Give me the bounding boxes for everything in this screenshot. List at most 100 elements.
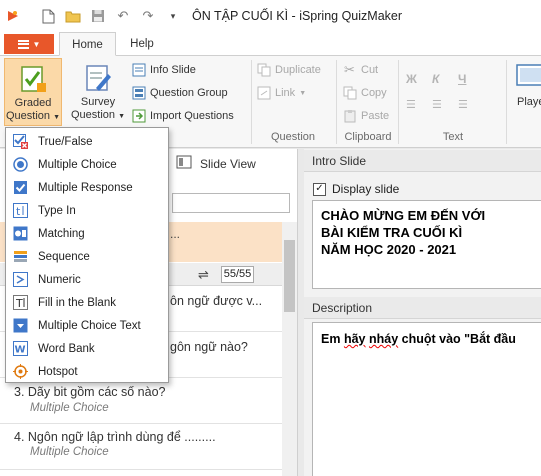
intro-text-editor[interactable]: CHÀO MỪNG EM ĐẾN VỚI BÀI KIỂM TRA CUỐI K… [312, 200, 541, 289]
chevron-down-icon: ▼ [118, 113, 126, 120]
intro-line: BÀI KIỂM TRA CUỐI KÌ [321, 225, 463, 240]
link-button[interactable]: Link ▼ [256, 83, 306, 103]
list-item[interactable]: 3. Dãy bit gồm các số nào? Multiple Choi… [0, 378, 282, 424]
bold-icon[interactable]: Ж [406, 72, 417, 86]
menu-item-true-false[interactable]: True/False [6, 130, 168, 153]
paste-label: Paste [361, 110, 390, 122]
file-menu-button[interactable]: ▼ [4, 34, 54, 54]
window-title: ÔN TẬP CUỐI KÌ - iSpring QuizMaker [192, 9, 403, 23]
info-slide-button[interactable]: Info Slide [131, 60, 196, 80]
quick-access-toolbar: ↶ ↷ ▾ [39, 7, 182, 25]
menu-item-fill-in-the-blank[interactable]: T Fill in the Blank [6, 291, 168, 314]
description-editor[interactable]: Em hãy nháy chuột vào "Bắt đầu [312, 322, 541, 476]
graded-question-button[interactable]: Graded Question ▼ [4, 58, 62, 126]
import-questions-icon [131, 109, 146, 124]
question-type: Multiple Choice [30, 446, 109, 458]
menu-item-numeric[interactable]: Numeric [6, 268, 168, 291]
checkbox-icon [12, 180, 28, 196]
new-file-icon[interactable] [39, 7, 57, 25]
duplicate-icon [256, 63, 271, 78]
question-group-button[interactable]: Question Group [131, 83, 228, 103]
tab-home[interactable]: Home [59, 32, 116, 56]
tab-help[interactable]: Help [122, 32, 162, 56]
copy-label: Copy [361, 87, 387, 99]
import-questions-label: Import Questions [150, 110, 234, 122]
clipboard-group-caption: Clipboard [344, 131, 392, 143]
display-slide-label: Display slide [332, 182, 400, 196]
paste-button[interactable]: Paste [342, 106, 389, 126]
radio-icon [12, 157, 28, 173]
slide-view-tab[interactable]: Slide View [176, 155, 256, 172]
intro-slide-header: Intro Slide [304, 150, 541, 172]
menu-item-word-bank[interactable]: W Word Bank [6, 337, 168, 360]
info-slide-icon [131, 63, 146, 78]
ribbon-separator [336, 60, 337, 144]
customize-qat-icon[interactable]: ▾ [164, 7, 182, 25]
checkbox[interactable]: ✓ [313, 182, 326, 196]
type-in-icon: t [12, 203, 28, 219]
cut-button[interactable]: ✂ Cut [342, 60, 378, 80]
text-group-caption: Text [442, 131, 464, 143]
menu-item-multiple-choice[interactable]: Multiple Choice [6, 153, 168, 176]
menu-item-matching[interactable]: Matching [6, 222, 168, 245]
scissors-icon: ✂ [344, 62, 355, 77]
menu-item-hotspot[interactable]: Hotspot [6, 360, 168, 383]
survey-question-button[interactable]: Survey Question ▼ [70, 58, 126, 126]
undo-icon[interactable]: ↶ [114, 7, 132, 25]
graded-label-1: Graded [14, 97, 52, 109]
description-header: Description [304, 297, 541, 319]
question-group-caption: Question [270, 131, 316, 143]
intro-line: CHÀO MỪNG EM ĐẾN VỚI [321, 208, 486, 223]
matching-icon [12, 226, 28, 242]
search-input[interactable] [172, 193, 290, 213]
svg-text:t: t [16, 205, 21, 218]
numeric-icon [12, 272, 28, 288]
title-bar: ↶ ↷ ▾ ÔN TẬP CUỐI KÌ - iSpring QuizMaker [0, 0, 541, 32]
align-left-icon[interactable]: ☰ [406, 98, 416, 111]
cut-label: Cut [361, 64, 379, 76]
menu-item-sequence[interactable]: Sequence [6, 245, 168, 268]
question-title: 4. Ngôn ngữ lập trình dùng để ......... [14, 430, 216, 444]
question-title-fragment: ôn ngữ được v... [170, 294, 263, 308]
ribbon-separator [506, 60, 507, 144]
shuffle-icon[interactable]: ⇌ [198, 267, 209, 283]
import-questions-button[interactable]: Import Questions [131, 106, 234, 126]
sequence-icon [12, 249, 28, 265]
info-slide-label: Info Slide [150, 64, 196, 76]
scrollbar-thumb[interactable] [284, 240, 295, 312]
display-slide-checkbox[interactable]: ✓ Display slide [313, 182, 399, 196]
app-logo-icon [5, 8, 21, 24]
align-right-icon[interactable]: ☰ [458, 98, 468, 111]
ribbon-tab-row: ▼ Home Help [0, 32, 541, 56]
ribbon-separator [251, 60, 252, 144]
svg-text:W: W [14, 345, 25, 356]
menu-item-multiple-response[interactable]: Multiple Response [6, 176, 168, 199]
menu-item-type-in[interactable]: t Type In [6, 199, 168, 222]
description-text: Em hãy nháy chuột vào "Bắt đầu [321, 332, 516, 346]
graded-question-menu: True/False Multiple Choice Multiple Resp… [5, 127, 169, 383]
list-item[interactable]: 4. Ngôn ngữ lập trình dùng để ......... … [0, 424, 282, 470]
menu-item-multiple-choice-text[interactable]: Multiple Choice Text [6, 314, 168, 337]
duplicate-button[interactable]: Duplicate [256, 60, 321, 80]
redo-icon[interactable]: ↷ [139, 7, 157, 25]
player-button[interactable]: Playe [512, 58, 541, 126]
menu-bars-icon [17, 39, 29, 49]
align-center-icon[interactable]: ☰ [432, 98, 442, 111]
open-folder-icon[interactable] [64, 7, 82, 25]
link-icon [256, 86, 271, 101]
question-title: 3. Dãy bit gồm các số nào? [14, 385, 166, 399]
word-bank-icon: W [12, 341, 28, 357]
italic-icon[interactable]: К [432, 72, 439, 86]
survey-label-1: Survey [80, 96, 116, 108]
question-group-icon [131, 86, 146, 101]
underline-icon[interactable]: Ч [458, 72, 466, 86]
save-icon[interactable] [89, 7, 107, 25]
hotspot-icon [12, 364, 28, 380]
player-label: Playe [517, 96, 541, 108]
link-label: Link [275, 87, 296, 99]
chevron-down-icon: ▼ [32, 39, 41, 49]
graded-label-2: Question ▼ [5, 110, 61, 122]
copy-button[interactable]: Copy [342, 83, 387, 103]
survey-question-icon [82, 62, 114, 94]
question-title-fragment: gôn ngữ nào? [170, 340, 248, 354]
